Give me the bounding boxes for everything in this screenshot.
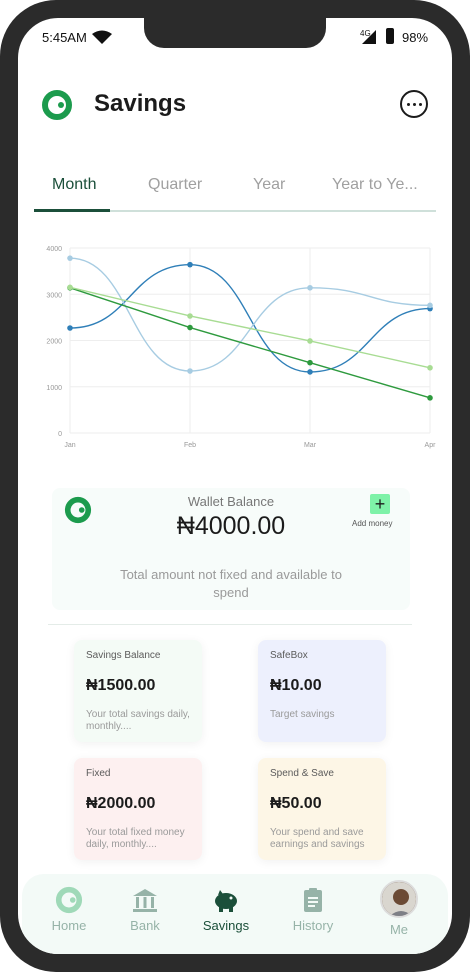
data-point	[307, 338, 313, 344]
active-tab-indicator	[34, 209, 110, 212]
phone-frame: 5:45AM 4G 98% Savings Month Quarter Year…	[0, 0, 470, 972]
dot-icon	[406, 102, 410, 106]
nav-me[interactable]: Me	[364, 880, 434, 937]
tab-year[interactable]: Year	[253, 176, 285, 194]
series-line-3	[69, 286, 431, 369]
bottom-nav: Home Bank Savings History Me	[22, 874, 448, 954]
data-point	[67, 284, 73, 291]
nav-label: Savings	[202, 918, 250, 933]
data-point	[187, 261, 193, 268]
divider	[48, 624, 412, 625]
nav-label: Home	[51, 918, 87, 933]
y-tick-label: 4000	[46, 246, 62, 253]
y-tick-label: 2000	[46, 339, 62, 346]
avatar	[380, 880, 418, 918]
tile-amount: ₦10.00	[270, 677, 322, 694]
home-logo-icon	[55, 886, 83, 914]
page-title: Savings	[94, 90, 187, 117]
data-point	[187, 324, 193, 331]
tile-title: SafeBox	[270, 650, 308, 661]
clipboard-icon	[304, 888, 322, 912]
period-tabs: Month Quarter Year Year to Ye...	[34, 176, 436, 212]
savings-line-chart: 0 1000 2000 3000 4000 Jan Feb Mar Apr	[46, 246, 437, 449]
more-options-button[interactable]	[400, 90, 428, 118]
tab-year-to-year[interactable]: Year to Ye...	[332, 176, 418, 194]
tile-title: Savings Balance	[86, 650, 161, 661]
tab-month[interactable]: Month	[52, 176, 96, 194]
data-point	[427, 395, 433, 401]
data-point	[187, 368, 193, 374]
dot-icon	[412, 102, 416, 106]
x-tick-label: Mar	[304, 442, 317, 449]
screen: 5:45AM 4G 98% Savings Month Quarter Year…	[18, 18, 452, 954]
safebox-card[interactable]: SafeBox ₦10.00 Target savings	[258, 640, 386, 742]
data-point	[187, 313, 193, 319]
nav-savings[interactable]: Savings	[191, 886, 261, 933]
wifi-icon	[92, 30, 112, 44]
data-point	[427, 364, 433, 371]
status-time: 5:45AM	[42, 30, 87, 45]
bank-icon	[133, 889, 157, 912]
app-logo-icon	[42, 90, 72, 120]
nav-label: History	[292, 918, 334, 933]
wallet-description: Total amount not fixed and available to …	[120, 567, 342, 600]
battery-percent: 98%	[402, 30, 429, 45]
data-point	[307, 284, 313, 291]
data-point	[67, 325, 73, 331]
data-point	[307, 359, 313, 366]
data-point	[67, 255, 73, 261]
tile-amount: ₦2000.00	[86, 795, 156, 812]
avatar-image	[382, 882, 416, 916]
spend-and-save-card[interactable]: Spend & Save ₦50.00 Your spend and save …	[258, 758, 386, 860]
tile-description: Your total fixed money daily, monthly...…	[86, 827, 185, 850]
data-point	[307, 369, 313, 375]
network-label: 4G	[360, 29, 371, 38]
x-tick-label: Feb	[184, 442, 196, 449]
nav-history[interactable]: History	[278, 886, 348, 933]
tile-description: Your spend and save earnings and savings	[270, 827, 365, 850]
y-tick-label: 3000	[46, 292, 62, 299]
y-tick-label: 1000	[46, 385, 62, 392]
tab-quarter[interactable]: Quarter	[148, 176, 202, 194]
nav-bank[interactable]: Bank	[110, 886, 180, 933]
tile-amount: ₦1500.00	[86, 677, 156, 694]
add-money-label[interactable]: Add money	[352, 519, 392, 528]
series-line-1	[69, 257, 431, 372]
notch	[144, 18, 326, 48]
tile-title: Spend & Save	[270, 768, 334, 779]
signal-icon: 4G	[360, 29, 376, 44]
nav-label: Me	[389, 922, 409, 937]
tile-description: Target savings	[270, 709, 335, 720]
savings-balance-card[interactable]: Savings Balance ₦1500.00 Your total savi…	[74, 640, 202, 742]
tile-description: Your total savings daily, monthly....	[86, 709, 190, 732]
data-point	[427, 302, 433, 309]
dot-icon	[418, 102, 422, 106]
nav-label: Bank	[130, 918, 160, 933]
wallet-balance-label: Wallet Balance	[187, 494, 275, 509]
x-tick-label: Apr	[425, 442, 437, 449]
fixed-card[interactable]: Fixed ₦2000.00 Your total fixed money da…	[74, 758, 202, 860]
piggy-bank-icon	[215, 890, 237, 912]
battery-icon	[386, 28, 394, 44]
add-money-button[interactable]: +	[370, 494, 390, 514]
y-tick-label: 0	[58, 431, 62, 438]
x-tick-label: Jan	[64, 442, 75, 449]
tile-amount: ₦50.00	[270, 795, 322, 812]
wallet-card: Wallet Balance ₦4000.00 + Add money Tota…	[52, 488, 410, 610]
nav-home[interactable]: Home	[34, 886, 104, 933]
tile-title: Fixed	[86, 768, 111, 779]
